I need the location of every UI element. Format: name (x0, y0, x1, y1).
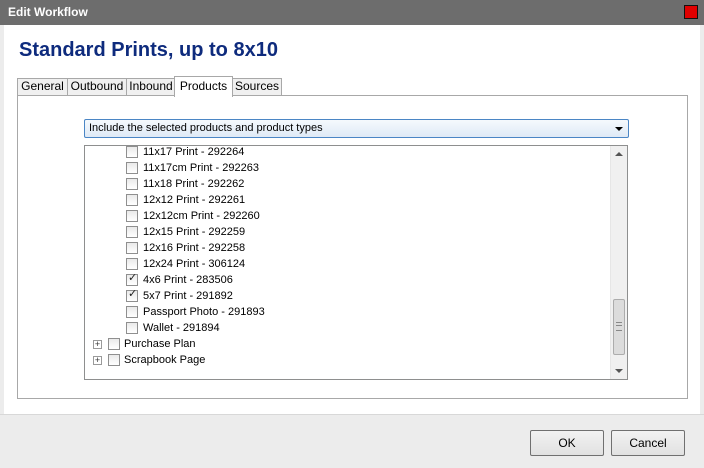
tab-sources[interactable]: Sources (232, 78, 282, 95)
checked-checkbox[interactable]: ✓ (126, 272, 138, 286)
tree-vertical-scrollbar[interactable] (610, 146, 627, 379)
checkbox[interactable] (126, 242, 138, 254)
footer-divider (0, 414, 704, 415)
product-type-group-label: Purchase Plan (124, 338, 196, 350)
product-filter-dropdown[interactable]: Include the selected products and produc… (84, 119, 629, 138)
checkmark-icon: ✓ (128, 272, 138, 284)
product-tree-item-label: 12x12cm Print - 292260 (143, 210, 260, 222)
checked-checkbox[interactable]: ✓ (126, 288, 138, 302)
checkbox[interactable] (126, 322, 138, 334)
product-filter-value: Include the selected products and produc… (89, 122, 323, 134)
checkbox[interactable] (126, 162, 138, 174)
checkbox[interactable] (126, 226, 138, 238)
product-tree-item-label: Passport Photo - 291893 (143, 306, 265, 318)
checkbox[interactable] (108, 354, 120, 366)
products-tab-panel: Include the selected products and produc… (17, 95, 688, 399)
tab-general[interactable]: General (17, 78, 68, 95)
grip-icon (616, 322, 622, 331)
checkbox[interactable] (126, 194, 138, 206)
checkbox[interactable] (126, 178, 138, 190)
product-tree[interactable]: 11x17 Print - 292264 11x17cm Print - 2922… (84, 145, 628, 380)
chevron-down-icon (615, 127, 623, 131)
window-title: Edit Workflow (8, 5, 88, 19)
product-tree-item-label: 12x12 Print - 292261 (143, 194, 246, 206)
workflow-heading: Standard Prints, up to 8x10 (19, 39, 278, 61)
checkbox[interactable] (126, 146, 138, 158)
scroll-down-icon[interactable] (615, 369, 623, 373)
ok-button[interactable]: OK (530, 430, 604, 456)
product-tree-item-label: 11x17 Print - 292264 (143, 146, 245, 158)
title-bar[interactable]: Edit Workflow (0, 0, 704, 25)
product-tree-item-label: Wallet - 291894 (143, 322, 220, 334)
product-tree-item-label: 12x15 Print - 292259 (143, 226, 246, 238)
dialog-body: Standard Prints, up to 8x10 General Outb… (4, 25, 700, 414)
product-tree-item-label: 11x18 Print - 292262 (143, 178, 245, 190)
expand-plus-icon[interactable]: + (93, 356, 102, 365)
checkbox[interactable] (126, 210, 138, 222)
scrollbar-thumb[interactable] (613, 299, 625, 355)
product-tree-item-label: 11x17cm Print - 292263 (143, 162, 259, 174)
tab-inbound[interactable]: Inbound (126, 78, 176, 95)
expand-plus-icon[interactable]: + (93, 340, 102, 349)
product-tree-item-label: 12x24 Print - 306124 (143, 258, 246, 270)
checkbox[interactable] (126, 306, 138, 318)
checkbox[interactable] (126, 258, 138, 270)
close-button[interactable] (684, 5, 698, 19)
product-tree-item-label: 4x6 Print - 283506 (143, 274, 233, 286)
edit-workflow-window: Edit Workflow Standard Prints, up to 8x1… (0, 0, 704, 468)
tab-outbound[interactable]: Outbound (67, 78, 127, 95)
checkmark-icon: ✓ (128, 288, 138, 300)
checkbox[interactable] (108, 338, 120, 350)
product-type-group-label: Scrapbook Page (124, 354, 206, 366)
tab-products[interactable]: Products (174, 76, 233, 97)
product-tree-item-label: 5x7 Print - 291892 (143, 290, 233, 302)
cancel-button[interactable]: Cancel (611, 430, 685, 456)
product-tree-item-label: 12x16 Print - 292258 (143, 242, 246, 254)
scroll-up-icon[interactable] (615, 152, 623, 156)
